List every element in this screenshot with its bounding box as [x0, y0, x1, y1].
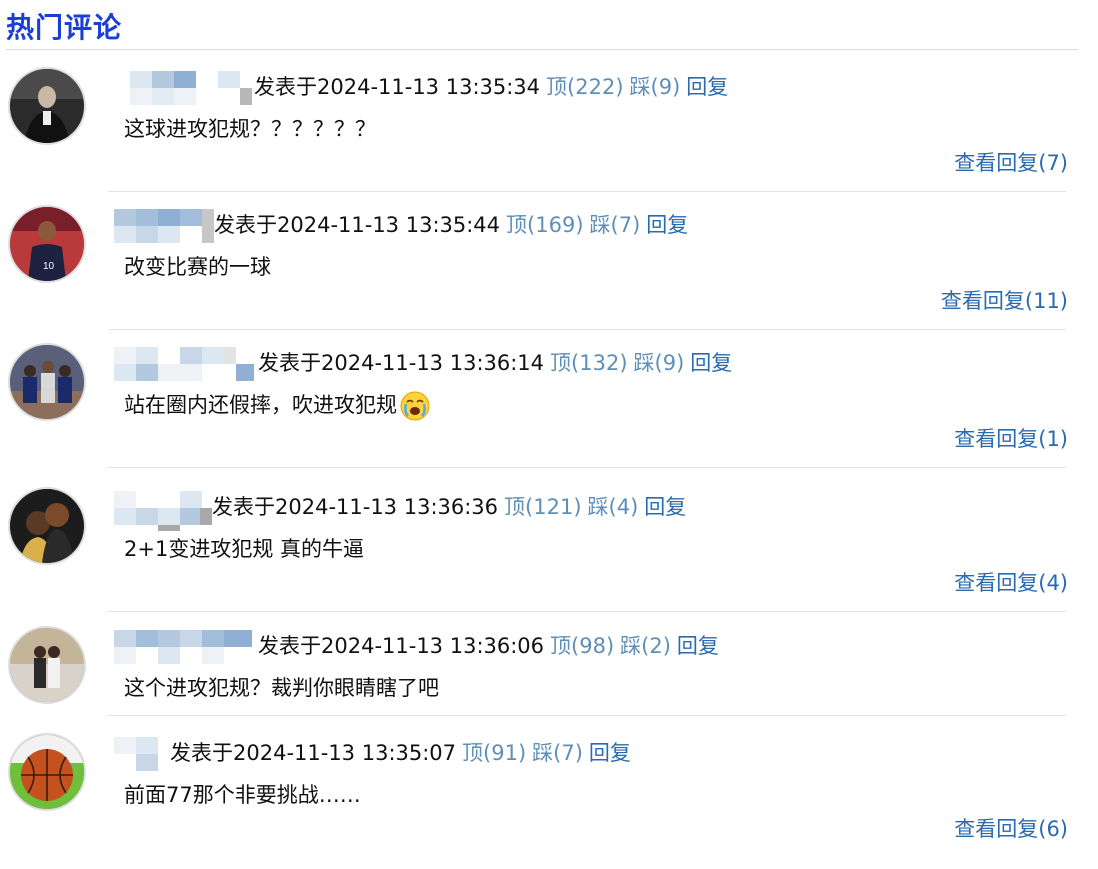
comment-divider [108, 715, 1066, 716]
comment-divider [108, 467, 1066, 468]
two-people-avatar[interactable] [8, 487, 86, 565]
username-mosaic[interactable] [114, 71, 254, 105]
downvote-button[interactable]: 踩(2) [620, 634, 671, 658]
comment-divider [108, 191, 1066, 192]
reply-button[interactable]: 回复 [690, 351, 732, 375]
post-time: 发表于2024-11-13 13:36:36 [212, 495, 499, 519]
upvote-button[interactable]: 顶(91) [462, 741, 526, 765]
comment-text: 这球进攻犯规？？？？？？ [124, 117, 376, 141]
username-mosaic[interactable] [114, 491, 212, 531]
view-replies-link[interactable]: 查看回复(4) [954, 567, 1068, 597]
reply-button[interactable]: 回复 [646, 213, 688, 237]
post-time: 发表于2024-11-13 13:36:06 [258, 634, 545, 658]
comment-meta: 发表于2024-11-13 13:35:34 顶(222) 踩(9) 回复 [114, 71, 728, 105]
downvote-button[interactable]: 踩(9) [634, 351, 685, 375]
comment-text: 这个进攻犯规？裁判你眼睛瞎了吧 [124, 676, 439, 700]
post-time: 发表于2024-11-13 13:35:07 [170, 741, 457, 765]
username-mosaic[interactable] [114, 209, 214, 243]
comment-item: 发表于2024-11-13 13:36:14 顶(132) 踩(9) 回复 站在圈内还… [0, 341, 1098, 479]
comment-item: 10 发表于2024-11-13 13:35:44 顶(169) 踩(7) 回复 改变… [0, 203, 1098, 341]
section-title: 热门评论 [6, 11, 123, 44]
upvote-button[interactable]: 顶(222) [546, 75, 623, 99]
username-mosaic[interactable] [114, 347, 258, 381]
comment-item: 发表于2024-11-13 13:35:07 顶(91) 踩(7) 回复 前面77那个… [0, 731, 1098, 869]
view-replies-link[interactable]: 查看回复(7) [954, 147, 1068, 177]
reply-button[interactable]: 回复 [686, 75, 728, 99]
post-time: 发表于2024-11-13 13:36:14 [258, 351, 545, 375]
comment-divider [108, 611, 1066, 612]
comment-text-body: 站在圈内还假摔，吹进攻犯规 [124, 393, 397, 417]
comment-meta: 发表于2024-11-13 13:35:07 顶(91) 踩(7) 回复 [114, 737, 631, 771]
couple-standing-avatar[interactable] [8, 626, 86, 704]
basketball-player-avatar[interactable]: 10 [8, 205, 86, 283]
downvote-button[interactable]: 踩(9) [630, 75, 681, 99]
upvote-button[interactable]: 顶(132) [550, 351, 627, 375]
comment-text: 改变比赛的一球 [124, 255, 271, 279]
basketball-avatar[interactable] [8, 733, 86, 811]
comment-item: 发表于2024-11-13 13:35:34 顶(222) 踩(9) 回复 这球进攻犯… [0, 65, 1098, 203]
comment-divider [108, 329, 1066, 330]
reply-button[interactable]: 回复 [589, 741, 631, 765]
post-time: 发表于2024-11-13 13:35:44 [214, 213, 501, 237]
view-replies-link[interactable]: 查看回复(6) [954, 813, 1068, 843]
username-mosaic[interactable] [114, 630, 258, 664]
title-divider [6, 49, 1078, 50]
crying-face-emoji [399, 390, 431, 422]
reply-button[interactable]: 回复 [644, 495, 686, 519]
downvote-button[interactable]: 踩(4) [588, 495, 639, 519]
comment-meta: 发表于2024-11-13 13:35:44 顶(169) 踩(7) 回复 [114, 209, 688, 243]
comment-text: 站在圈内还假摔，吹进攻犯规 [124, 389, 431, 422]
downvote-button[interactable]: 踩(7) [590, 213, 641, 237]
post-time: 发表于2024-11-13 13:35:34 [254, 75, 541, 99]
reply-button[interactable]: 回复 [677, 634, 719, 658]
svg-text:10: 10 [43, 261, 55, 272]
comment-text: 前面77那个非要挑战…… [124, 783, 361, 807]
view-replies-link[interactable]: 查看回复(11) [941, 285, 1068, 315]
upvote-button[interactable]: 顶(121) [504, 495, 581, 519]
upvote-button[interactable]: 顶(169) [506, 213, 583, 237]
view-replies-link[interactable]: 查看回复(1) [954, 423, 1068, 453]
downvote-button[interactable]: 踩(7) [532, 741, 583, 765]
upvote-button[interactable]: 顶(98) [550, 634, 614, 658]
comment-meta: 发表于2024-11-13 13:36:06 顶(98) 踩(2) 回复 [114, 630, 719, 664]
man-in-suit-avatar[interactable] [8, 67, 86, 145]
username-mosaic[interactable] [114, 737, 170, 771]
team-huddle-avatar[interactable] [8, 343, 86, 421]
comment-text: 2+1变进攻犯规 真的牛逼 [124, 537, 364, 561]
comment-meta: 发表于2024-11-13 13:36:14 顶(132) 踩(9) 回复 [114, 347, 732, 381]
comment-meta: 发表于2024-11-13 13:36:36 顶(121) 踩(4) 回复 [114, 491, 686, 531]
comment-item: 发表于2024-11-13 13:36:36 顶(121) 踩(4) 回复 2+1变进… [0, 485, 1098, 623]
